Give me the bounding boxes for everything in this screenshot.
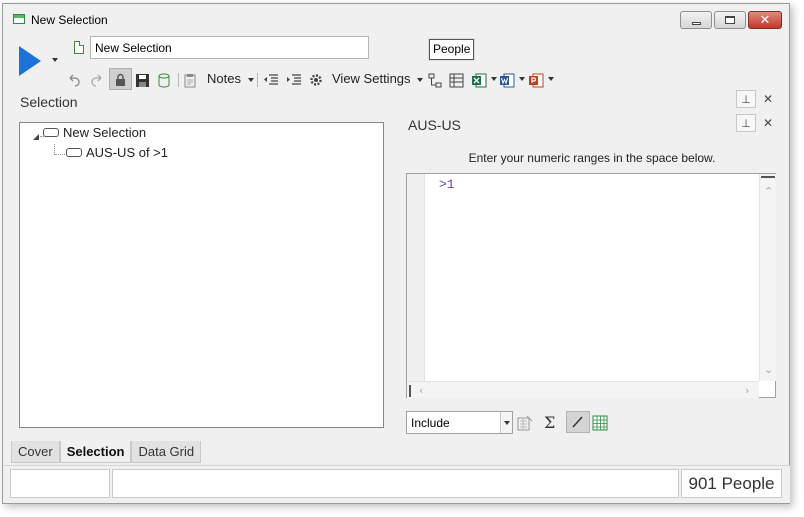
close-criteria-button[interactable]: ✕ <box>759 114 777 132</box>
excel-icon <box>472 73 487 87</box>
save-button[interactable] <box>135 70 150 90</box>
lock-icon <box>116 73 125 86</box>
horizontal-scrollbar[interactable]: ‹ › <box>407 381 759 398</box>
include-mode-select[interactable]: Include <box>406 411 513 434</box>
tree-node-label: New Selection <box>63 125 147 140</box>
range-editor-text[interactable]: >1 <box>439 177 455 192</box>
excel-export-button[interactable] <box>471 70 487 90</box>
close-window-button[interactable]: ✕ <box>748 11 782 29</box>
redo-icon <box>91 74 102 87</box>
tree-node-label: AUS-US of >1 <box>86 145 169 160</box>
sum-button[interactable]: Σ <box>544 413 555 432</box>
notes-dropdown-icon[interactable] <box>248 78 254 82</box>
scroll-left-icon[interactable]: ‹ <box>419 385 423 396</box>
node-shape-icon <box>43 128 59 138</box>
hierarchy-button[interactable] <box>428 70 443 90</box>
pin-criteria-button[interactable]: ⊥ <box>736 114 756 132</box>
people-count: 901 People <box>681 469 782 498</box>
view-settings-dropdown-icon[interactable] <box>417 78 423 82</box>
notes-button[interactable]: Notes <box>207 70 241 88</box>
document-icon <box>74 41 84 54</box>
scroll-up-icon[interactable]: ⌃ <box>764 186 773 197</box>
selection-name-input[interactable] <box>90 36 369 59</box>
view-settings-button[interactable]: View Settings <box>332 70 411 88</box>
hierarchy-icon <box>428 73 442 87</box>
tree-node-root[interactable]: New Selection <box>43 125 146 140</box>
redo-button[interactable] <box>90 70 104 90</box>
calculator-button[interactable] <box>517 413 533 433</box>
powerpoint-export-button[interactable] <box>528 70 544 90</box>
status-cell-left <box>10 469 110 498</box>
title-bar: New Selection ✕ <box>3 4 789 34</box>
view-tabs: Cover Selection Data Grid <box>11 441 202 463</box>
grid-edit-button[interactable] <box>592 413 608 433</box>
grid-view-button[interactable] <box>449 70 464 90</box>
undo-icon <box>69 74 80 87</box>
pencil-icon <box>572 416 583 428</box>
pin-panel-button[interactable]: ⊥ <box>736 90 756 108</box>
word-dropdown-icon[interactable] <box>519 77 525 81</box>
word-icon <box>500 73 515 87</box>
settings-button[interactable] <box>308 70 324 90</box>
editor-gutter <box>407 174 425 397</box>
grid-icon <box>449 73 464 87</box>
database-button[interactable] <box>158 70 170 90</box>
scroll-right-icon[interactable]: › <box>745 385 749 396</box>
run-button[interactable] <box>19 46 41 76</box>
toolbar-separator <box>178 73 179 87</box>
calculator-icon <box>517 415 533 431</box>
outdent-button[interactable] <box>263 70 279 90</box>
gear-icon <box>310 74 322 86</box>
edit-mode-button[interactable] <box>566 411 590 433</box>
scroll-thumb[interactable] <box>409 385 413 397</box>
status-cell-middle <box>112 469 679 498</box>
clipboard-icon <box>184 73 196 87</box>
minimize-icon <box>691 21 701 25</box>
chevron-down-icon[interactable] <box>500 412 512 433</box>
undo-button[interactable] <box>67 70 81 90</box>
maximize-icon <box>725 16 735 24</box>
powerpoint-dropdown-icon[interactable] <box>548 77 554 81</box>
excel-dropdown-icon[interactable] <box>491 77 497 81</box>
vertical-scrollbar[interactable]: ⌃ ⌄ <box>759 174 776 381</box>
indent-button[interactable] <box>286 70 302 90</box>
word-export-button[interactable] <box>499 70 515 90</box>
database-icon <box>158 73 170 87</box>
criteria-panel-title: AUS-US <box>408 117 461 133</box>
toolbar-separator <box>257 73 258 87</box>
selection-tree: New Selection AUS-US of >1 <box>19 122 384 428</box>
lock-toggle[interactable] <box>113 70 127 90</box>
close-panel-button[interactable]: ✕ <box>759 90 777 108</box>
tab-selection[interactable]: Selection <box>59 441 132 463</box>
node-shape-icon <box>66 148 82 158</box>
tab-data-grid[interactable]: Data Grid <box>131 441 202 463</box>
indent-icon <box>287 74 301 85</box>
close-icon: ✕ <box>759 12 771 28</box>
status-bar: 901 People <box>4 465 790 503</box>
scroll-thumb[interactable] <box>761 176 775 180</box>
clipboard-button[interactable] <box>184 70 196 90</box>
scroll-down-icon[interactable]: ⌄ <box>764 364 773 375</box>
run-dropdown-icon[interactable] <box>52 58 58 62</box>
minimize-button[interactable] <box>680 11 712 29</box>
tab-cover[interactable]: Cover <box>11 441 60 463</box>
people-badge[interactable]: People <box>429 39 475 60</box>
powerpoint-icon <box>529 73 544 87</box>
range-editor[interactable]: >1 ⌃ ⌄ ‹ › <box>406 173 776 398</box>
main-window: New Selection ✕ People Notes View Settin… <box>2 3 790 504</box>
app-window-icon <box>13 14 25 24</box>
collapse-triangle-icon[interactable] <box>33 134 39 140</box>
window-title: New Selection <box>31 13 108 27</box>
tree-node-child[interactable]: AUS-US of >1 <box>66 145 168 160</box>
selection-panel-title: Selection <box>20 94 78 110</box>
maximize-button[interactable] <box>714 11 746 29</box>
range-instructions: Enter your numeric ranges in the space b… <box>468 151 716 165</box>
green-grid-icon <box>592 415 608 431</box>
save-icon <box>136 73 149 87</box>
outdent-icon <box>264 74 278 85</box>
include-mode-value: Include <box>411 416 450 430</box>
